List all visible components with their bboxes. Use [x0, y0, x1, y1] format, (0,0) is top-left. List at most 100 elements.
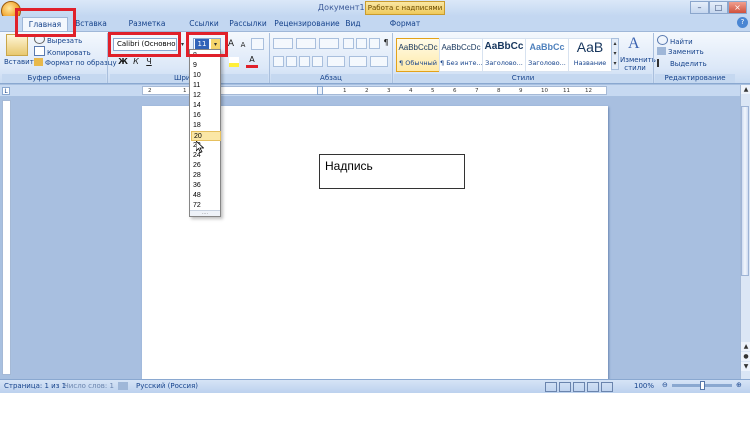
- view-outline-icon[interactable]: [587, 382, 599, 392]
- tab-view[interactable]: Вид: [342, 16, 364, 31]
- mouse-cursor-icon: [196, 141, 204, 153]
- bold-button[interactable]: Ж: [117, 56, 129, 68]
- shrink-font-button[interactable]: A: [237, 39, 249, 51]
- language[interactable]: Русский (Россия): [136, 382, 198, 390]
- multilevel-list-icon[interactable]: [319, 38, 339, 49]
- sort-icon[interactable]: [369, 38, 380, 49]
- align-right-icon[interactable]: [299, 56, 310, 67]
- tab-home[interactable]: Главная: [22, 17, 68, 32]
- align-left-icon[interactable]: [273, 56, 284, 67]
- paragraph-group-label: Абзац: [271, 74, 391, 83]
- font-size-option[interactable]: 48: [191, 191, 221, 201]
- font-size-option[interactable]: 16: [191, 111, 221, 121]
- copy-button[interactable]: Копировать: [34, 46, 91, 57]
- align-center-icon[interactable]: [286, 56, 297, 67]
- font-name-dropdown-arrow[interactable]: ▾: [178, 38, 187, 51]
- font-size-option[interactable]: 8: [191, 51, 221, 61]
- font-size-option-highlighted[interactable]: 20: [191, 131, 221, 141]
- view-web-icon[interactable]: [573, 382, 585, 392]
- style-heading-1[interactable]: AaBbCc Заголово...: [482, 38, 526, 72]
- find-button[interactable]: Найти: [657, 35, 693, 46]
- clipboard-group-label: Буфер обмена: [2, 74, 106, 83]
- tab-page-layout[interactable]: Разметка страницы: [113, 16, 181, 43]
- tab-references[interactable]: Ссылки: [186, 16, 222, 31]
- numbering-icon[interactable]: [296, 38, 316, 49]
- font-size-value[interactable]: 11: [195, 39, 209, 49]
- view-full-screen-icon[interactable]: [559, 382, 571, 392]
- context-tab-textbox-tools[interactable]: Работа с надписями: [365, 1, 445, 15]
- font-size-option[interactable]: 28: [191, 171, 221, 181]
- bullets-icon[interactable]: [273, 38, 293, 49]
- font-size-option[interactable]: 36: [191, 181, 221, 191]
- editing-group-label: Редактирование: [655, 74, 735, 83]
- font-size-option[interactable]: 10: [191, 71, 221, 81]
- zoom-in-icon[interactable]: ⊕: [736, 381, 742, 389]
- font-name-combo[interactable]: Calibri (Основной: [113, 38, 177, 51]
- font-size-dropdown-list: 8 9 10 11 12 14 16 18 20 22 24 26 28 36 …: [189, 49, 221, 217]
- next-page-icon[interactable]: ▼: [741, 362, 750, 371]
- style-title[interactable]: AaB Название: [568, 38, 612, 72]
- zoom-slider-thumb[interactable]: [700, 381, 705, 390]
- view-draft-icon[interactable]: [601, 382, 613, 392]
- tab-selector-icon[interactable]: L: [2, 87, 10, 95]
- styles-scroll-arrows[interactable]: ▴ ▾ ▾: [611, 38, 619, 70]
- shading-icon[interactable]: [349, 56, 367, 67]
- browse-object-icon[interactable]: ●: [741, 352, 750, 361]
- clear-formatting-icon[interactable]: [251, 38, 264, 50]
- select-button[interactable]: Выделить: [657, 59, 707, 68]
- binoculars-icon: [657, 35, 668, 45]
- borders-icon[interactable]: [370, 56, 388, 67]
- change-styles-icon[interactable]: A: [628, 36, 642, 52]
- replace-button[interactable]: Заменить: [657, 47, 704, 56]
- paste-icon[interactable]: [6, 34, 28, 56]
- underline-button[interactable]: Ч: [143, 56, 155, 68]
- justify-icon[interactable]: [312, 56, 323, 67]
- scroll-up-arrow[interactable]: ▲: [741, 85, 750, 94]
- font-size-option[interactable]: 9: [191, 61, 221, 71]
- tab-insert[interactable]: Вставка: [70, 16, 112, 31]
- zoom-level[interactable]: 100%: [634, 382, 654, 390]
- style-normal[interactable]: AaBbCcDc ¶ Обычный: [396, 38, 440, 72]
- font-size-option[interactable]: 12: [191, 91, 221, 101]
- tab-mailings[interactable]: Рассылки: [227, 16, 269, 31]
- font-color-button[interactable]: A: [246, 55, 258, 68]
- font-size-option[interactable]: 11: [191, 81, 221, 91]
- format-painter-button[interactable]: Формат по образцу: [34, 58, 117, 67]
- style-heading-2[interactable]: AaBbCc Заголово...: [525, 38, 569, 72]
- window-controls: – □ ×: [688, 1, 750, 15]
- show-formatting-marks-button[interactable]: ¶: [380, 37, 392, 49]
- tab-format[interactable]: Формат: [386, 16, 424, 31]
- italic-button[interactable]: К: [130, 56, 142, 68]
- grow-font-button[interactable]: A: [225, 38, 237, 50]
- cut-button[interactable]: Вырезать: [34, 34, 82, 45]
- font-size-option[interactable]: 14: [191, 101, 221, 111]
- page-count[interactable]: Страница: 1 из 1: [4, 382, 66, 390]
- change-styles-button[interactable]: Изменить стили: [620, 56, 656, 72]
- prev-page-icon[interactable]: ▲: [741, 342, 750, 351]
- ribbon-tab-bar: Главная Вставка Разметка страницы Ссылки…: [0, 16, 750, 43]
- font-size-option[interactable]: 26: [191, 161, 221, 171]
- view-print-layout-icon[interactable]: [545, 382, 557, 392]
- tab-review[interactable]: Рецензирование: [274, 16, 340, 31]
- group-separator: [392, 33, 393, 83]
- decrease-indent-icon[interactable]: [343, 38, 354, 49]
- font-size-option[interactable]: 18: [191, 121, 221, 131]
- dropdown-resize-grip[interactable]: ····: [190, 210, 220, 217]
- vertical-ruler[interactable]: [2, 100, 11, 375]
- style-no-spacing[interactable]: AaBbCcDc ¶ Без инте...: [439, 38, 483, 72]
- minimize-button[interactable]: –: [690, 1, 709, 14]
- text-box-content[interactable]: Надпись: [325, 159, 373, 173]
- highlight-color-icon[interactable]: [229, 57, 239, 67]
- zoom-out-icon[interactable]: ⊖: [662, 381, 668, 389]
- scroll-thumb[interactable]: [741, 106, 749, 276]
- increase-indent-icon[interactable]: [356, 38, 367, 49]
- help-icon[interactable]: ?: [737, 17, 748, 28]
- copy-icon: [34, 46, 45, 56]
- word-count[interactable]: Число слов: 1: [64, 382, 114, 390]
- line-spacing-icon[interactable]: [327, 56, 345, 67]
- paste-button[interactable]: Вставить: [4, 58, 38, 66]
- proofing-icon[interactable]: [118, 382, 128, 390]
- indent-marker[interactable]: [317, 86, 323, 95]
- close-button[interactable]: ×: [728, 1, 747, 14]
- maximize-button[interactable]: □: [709, 1, 728, 14]
